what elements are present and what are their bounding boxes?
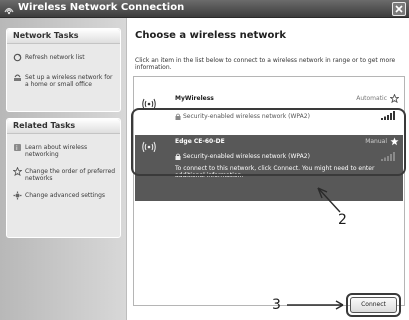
star-icon bbox=[13, 167, 22, 176]
learn-about-wireless-label: Learn about wireless networking bbox=[25, 144, 88, 158]
network-tasks-header: Network Tasks bbox=[7, 29, 120, 44]
related-tasks-panel: Related Tasks i Learn about wireless net… bbox=[6, 118, 121, 238]
star-icon bbox=[390, 94, 399, 103]
wireless-setup-icon bbox=[14, 74, 21, 81]
callout-number-2: 2 bbox=[338, 212, 347, 228]
task-sidebar: Network Tasks Refresh network list Set u… bbox=[0, 18, 126, 320]
change-advanced-settings-label: Change advanced settings bbox=[25, 192, 106, 199]
network-tasks-panel: Network Tasks Refresh network list Set u… bbox=[6, 28, 121, 112]
close-icon bbox=[395, 5, 403, 13]
callout-highlight-network bbox=[131, 108, 406, 176]
wireless-network-window: Wireless Network Connection Network Task… bbox=[0, 0, 409, 320]
network-name: MyWireless bbox=[175, 95, 214, 102]
network-mode: Automatic bbox=[356, 95, 387, 102]
close-button[interactable] bbox=[392, 2, 406, 16]
help-book-icon: i bbox=[14, 144, 21, 152]
related-tasks-header: Related Tasks bbox=[7, 119, 120, 134]
intro-text: Click an item in the list below to conne… bbox=[135, 57, 396, 71]
connect-button[interactable]: Connect bbox=[350, 297, 397, 313]
page-title: Choose a wireless network bbox=[135, 30, 286, 41]
callout-number-3: 3 bbox=[272, 297, 281, 313]
wireless-signal-icon bbox=[4, 7, 14, 15]
refresh-icon bbox=[13, 53, 22, 62]
change-order-preferred-label: Change the order of preferred networks bbox=[25, 168, 116, 182]
settings-icon bbox=[13, 191, 22, 200]
title-bar[interactable]: Wireless Network Connection bbox=[0, 0, 409, 18]
window-title: Wireless Network Connection bbox=[18, 2, 185, 13]
refresh-network-list-label: Refresh network list bbox=[25, 54, 85, 61]
set-up-wireless-network-label: Set up a wireless network for a home or … bbox=[25, 74, 113, 88]
